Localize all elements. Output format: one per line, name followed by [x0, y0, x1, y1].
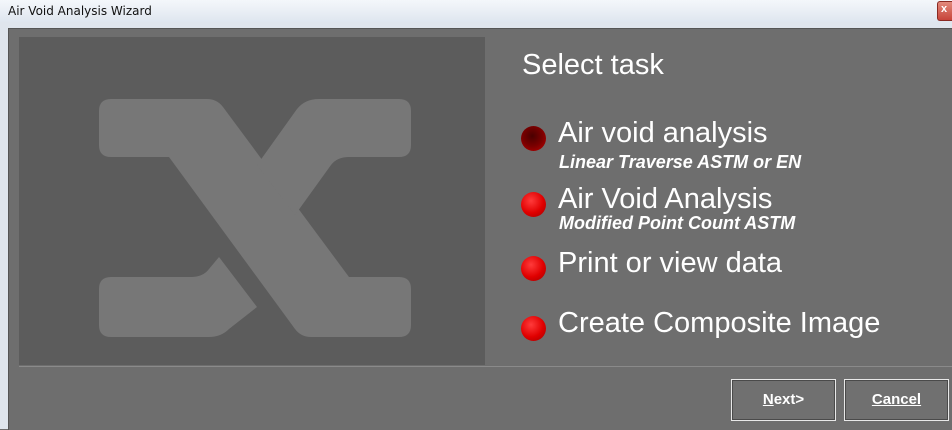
- radio-icon[interactable]: [521, 316, 546, 341]
- option-air-void-linear[interactable]: Air void analysis Linear Traverse ASTM o…: [521, 117, 941, 177]
- radio-icon[interactable]: [521, 256, 546, 281]
- close-icon: x: [941, 3, 948, 15]
- option-print-view-data[interactable]: Print or view data: [521, 247, 941, 287]
- task-panel: Select task Air void analysis Linear Tra…: [485, 37, 952, 365]
- option-sublabel: Linear Traverse ASTM or EN: [559, 152, 802, 172]
- close-button[interactable]: x: [937, 1, 952, 21]
- select-task-heading: Select task: [522, 49, 664, 81]
- footer-separator: [19, 366, 952, 367]
- window-title: Air Void Analysis Wizard: [8, 4, 152, 18]
- radio-icon[interactable]: [521, 192, 546, 217]
- radio-selected-icon[interactable]: [521, 126, 546, 151]
- cancel-button[interactable]: Cancel: [844, 379, 949, 421]
- title-bar: Air Void Analysis Wizard x: [0, 0, 952, 23]
- option-label: Air Void Analysis: [558, 183, 773, 215]
- logo-panel: [19, 37, 485, 365]
- x-logo-icon: [99, 99, 411, 337]
- option-create-composite-image[interactable]: Create Composite Image: [521, 307, 951, 347]
- option-label: Air void analysis: [558, 117, 768, 149]
- option-label: Create Composite Image: [558, 307, 881, 339]
- window-frame: Select task Air void analysis Linear Tra…: [0, 22, 952, 430]
- next-button[interactable]: Next>: [731, 379, 836, 421]
- option-air-void-point-count[interactable]: Air Void Analysis Modified Point Count A…: [521, 183, 941, 243]
- option-label: Print or view data: [558, 247, 783, 279]
- wizard-body: Select task Air void analysis Linear Tra…: [8, 28, 952, 430]
- option-sublabel: Modified Point Count ASTM: [559, 213, 796, 233]
